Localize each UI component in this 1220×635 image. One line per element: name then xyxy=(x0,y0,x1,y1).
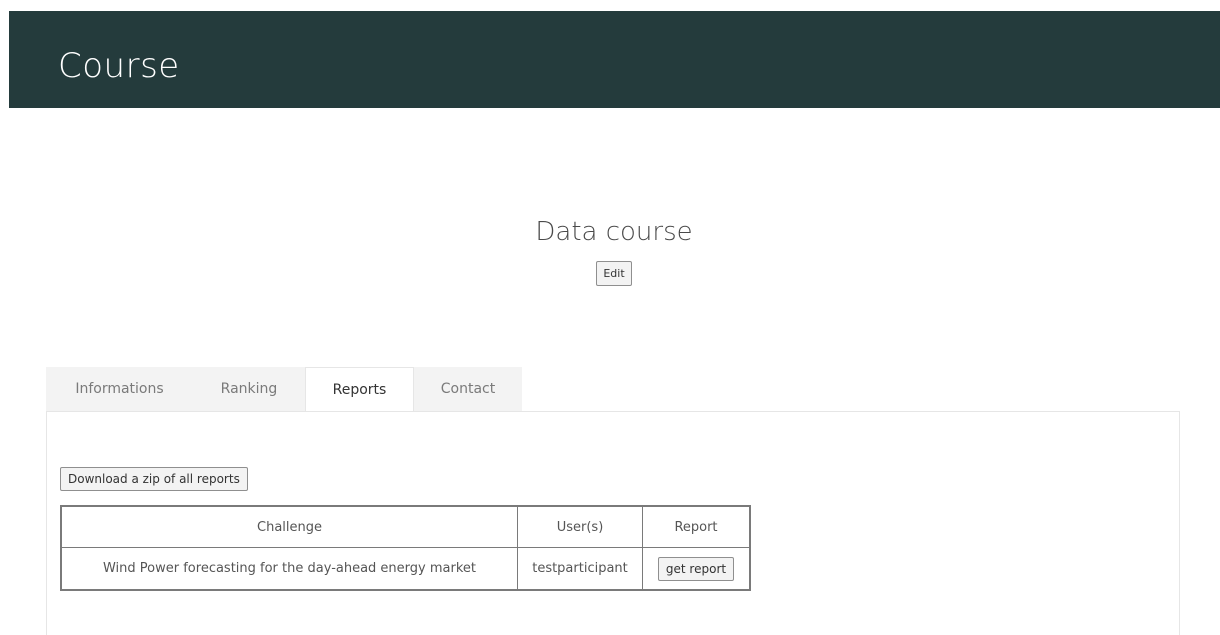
reports-table: Challenge User(s) Report Wind Power fore… xyxy=(60,505,751,591)
page-header: Course xyxy=(9,11,1220,108)
course-tabs: Informations Ranking Reports Contact xyxy=(46,367,522,413)
course-title: Data course xyxy=(535,217,693,247)
column-header-users: User(s) xyxy=(517,505,643,548)
cell-report: get report xyxy=(642,547,751,591)
page: Course Data course Edit Informations Ran… xyxy=(0,0,1220,635)
edit-button-wrapper: Edit xyxy=(0,261,1220,286)
tab-reports[interactable]: Reports xyxy=(305,367,414,413)
table-row: Wind Power forecasting for the day-ahead… xyxy=(60,547,751,591)
column-header-challenge: Challenge xyxy=(60,505,518,548)
column-header-report: Report xyxy=(642,505,751,548)
tab-ranking[interactable]: Ranking xyxy=(193,367,305,412)
header-title: Course xyxy=(58,46,180,86)
tab-contact[interactable]: Contact xyxy=(414,367,522,412)
edit-button[interactable]: Edit xyxy=(596,261,632,286)
cell-challenge: Wind Power forecasting for the day-ahead… xyxy=(60,547,518,591)
table-header-row: Challenge User(s) Report xyxy=(60,505,751,548)
tab-informations[interactable]: Informations xyxy=(46,367,193,412)
download-all-reports-button[interactable]: Download a zip of all reports xyxy=(60,467,248,491)
get-report-button[interactable]: get report xyxy=(657,556,735,581)
cell-users: testparticipant xyxy=(517,547,643,591)
